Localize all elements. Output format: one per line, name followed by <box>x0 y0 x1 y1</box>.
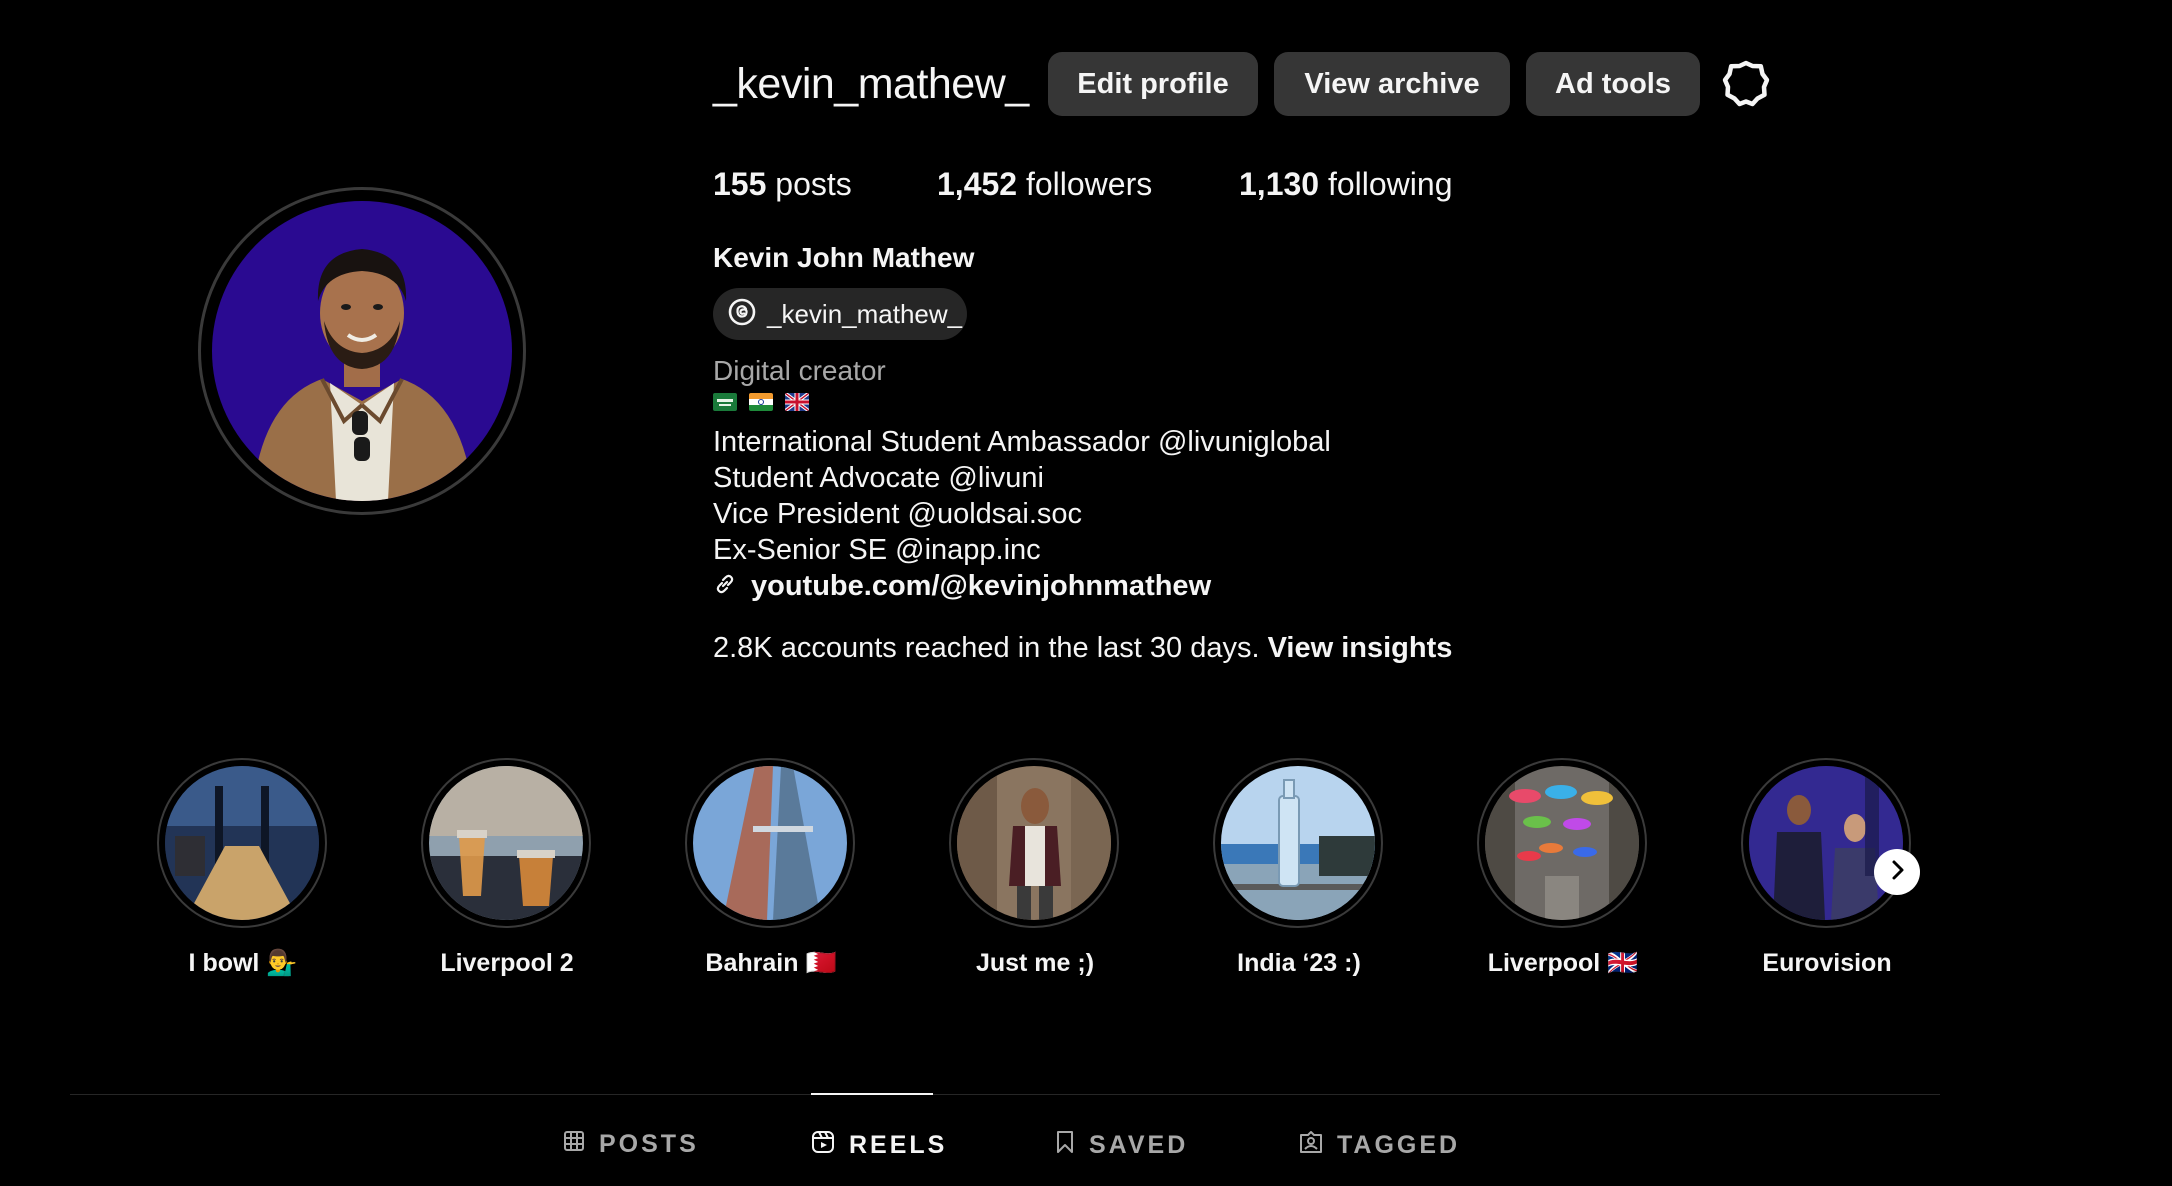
reels-icon <box>811 1130 835 1161</box>
highlight-item[interactable]: I bowl 💁‍♂️ <box>155 756 331 986</box>
highlight-thumbnail <box>429 766 583 920</box>
highlight-thumbnail <box>693 766 847 920</box>
highlight-thumbnail <box>165 766 319 920</box>
india-flag-icon <box>749 393 773 411</box>
gear-icon[interactable] <box>1722 60 1770 108</box>
tab-label: POSTS <box>599 1130 699 1158</box>
tabs-divider <box>70 1094 1940 1095</box>
tab-posts[interactable]: POSTS <box>563 1130 699 1159</box>
bio-line: Student Advocate @livuni <box>713 462 1044 494</box>
link-icon <box>713 572 737 601</box>
highlight-thumbnail <box>957 766 1111 920</box>
view-archive-button[interactable]: View archive <box>1274 52 1510 116</box>
highlight-label: I bowl 💁‍♂️ <box>188 949 298 977</box>
view-insights-link[interactable]: View insights <box>1268 632 1453 664</box>
highlight-label: Eurovision <box>1762 949 1892 977</box>
flag-emojis <box>713 393 809 411</box>
profile-username: _kevin_mathew_ <box>713 60 1029 108</box>
followers-count[interactable]: 1,452 followers <box>937 164 1152 204</box>
highlights-next-button[interactable] <box>1874 849 1920 895</box>
tab-reels[interactable]: REELS <box>811 1130 947 1161</box>
highlight-item[interactable]: India ‘23 :) <box>1211 756 1387 986</box>
bio-line: Vice President @uoldsai.soc <box>713 498 1083 530</box>
highlight-label: Liverpool 2 <box>440 949 574 977</box>
bio-line: International Student Ambassador @livuni… <box>713 426 1331 458</box>
posts-count-label: posts <box>775 166 852 202</box>
highlight-thumbnail <box>1485 766 1639 920</box>
tab-label: REELS <box>849 1131 948 1159</box>
posts-count: 155 posts <box>713 164 852 204</box>
tab-label: SAVED <box>1089 1131 1189 1159</box>
tab-saved[interactable]: SAVED <box>1055 1130 1188 1161</box>
ad-tools-button[interactable]: Ad tools <box>1526 52 1700 116</box>
following-count[interactable]: 1,130 following <box>1239 164 1452 204</box>
grid-icon <box>563 1130 585 1159</box>
threads-badge[interactable]: _kevin_mathew_ <box>713 288 967 340</box>
highlight-thumbnail <box>1749 766 1903 920</box>
profile-category: Digital creator <box>713 355 886 386</box>
profile-link[interactable]: youtube.com/@kevinjohnmathew <box>713 568 1211 604</box>
followers-count-value: 1,452 <box>937 166 1018 202</box>
uk-flag-icon <box>785 393 809 411</box>
highlight-thumbnail <box>1221 766 1375 920</box>
insights-summary: 2.8K accounts reached in the last 30 day… <box>713 630 1452 666</box>
chevron-right-icon <box>1886 859 1908 886</box>
profile-link-text[interactable]: youtube.com/@kevinjohnmathew <box>751 568 1211 604</box>
bookmark-icon <box>1055 1130 1075 1161</box>
highlight-label: Bahrain 🇧🇭 <box>705 949 837 977</box>
edit-profile-button[interactable]: Edit profile <box>1048 52 1258 116</box>
followers-count-label: followers <box>1025 166 1153 202</box>
tab-tagged[interactable]: TAGGED <box>1299 1130 1460 1161</box>
tag-icon <box>1299 1130 1323 1161</box>
profile-full-name: Kevin John Mathew <box>713 242 975 273</box>
following-count-value: 1,130 <box>1239 166 1320 202</box>
highlight-item[interactable]: Liverpool 2 <box>419 756 595 986</box>
threads-handle: _kevin_mathew_ <box>767 298 963 329</box>
threads-icon <box>727 297 757 332</box>
posts-count-value: 155 <box>713 166 767 202</box>
tab-label: TAGGED <box>1337 1131 1461 1159</box>
highlight-item[interactable]: Liverpool 🇬🇧 <box>1475 756 1651 986</box>
insights-text: 2.8K accounts reached in the last 30 day… <box>713 632 1260 664</box>
saudi-arabia-flag-icon <box>713 393 737 411</box>
following-count-label: following <box>1327 166 1453 202</box>
avatar[interactable] <box>212 201 512 501</box>
highlight-label: Just me ;) <box>975 949 1095 977</box>
highlight-item[interactable]: Bahrain 🇧🇭 <box>683 756 859 986</box>
highlight-label: India ‘23 :) <box>1237 949 1361 977</box>
highlight-item[interactable]: Just me ;) <box>947 756 1123 986</box>
active-tab-indicator <box>811 1093 933 1095</box>
highlight-label: Liverpool 🇬🇧 <box>1487 949 1639 977</box>
bio-line: Ex-Senior SE @inapp.inc <box>713 534 1041 566</box>
